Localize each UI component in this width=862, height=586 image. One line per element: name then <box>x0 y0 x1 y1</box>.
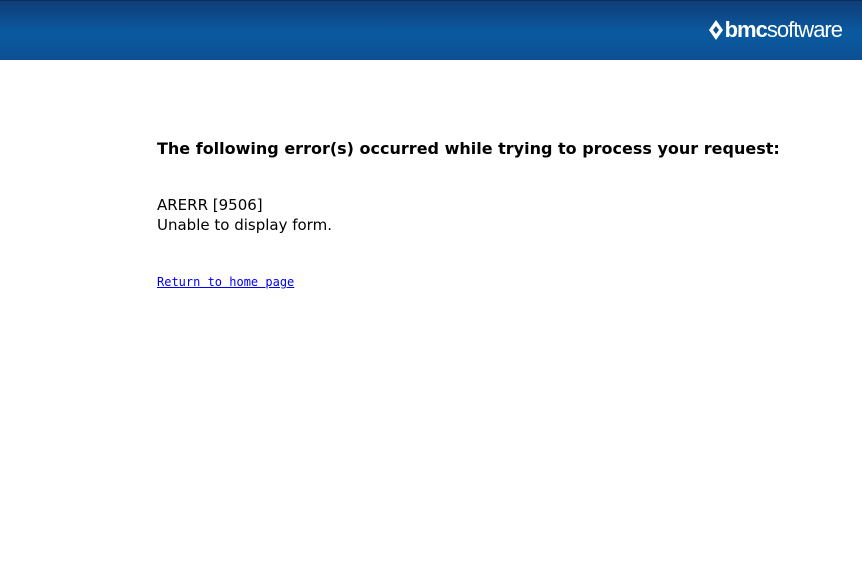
return-home-link[interactable]: Return to home page <box>157 275 294 289</box>
error-content: The following error(s) occurred while tr… <box>157 138 807 290</box>
error-details: ARERR [9506] Unable to display form. <box>157 195 807 235</box>
logo-text-software: software <box>766 17 843 42</box>
error-message: Unable to display form. <box>157 216 332 234</box>
bmc-diamond-logo-icon <box>708 20 723 40</box>
bmc-software-logo: bmc software <box>708 15 843 45</box>
logo-text-bmc: bmc <box>724 17 768 42</box>
header-bar: bmc software <box>0 0 862 60</box>
error-code: ARERR [9506] <box>157 196 263 214</box>
error-heading: The following error(s) occurred while tr… <box>157 139 780 158</box>
